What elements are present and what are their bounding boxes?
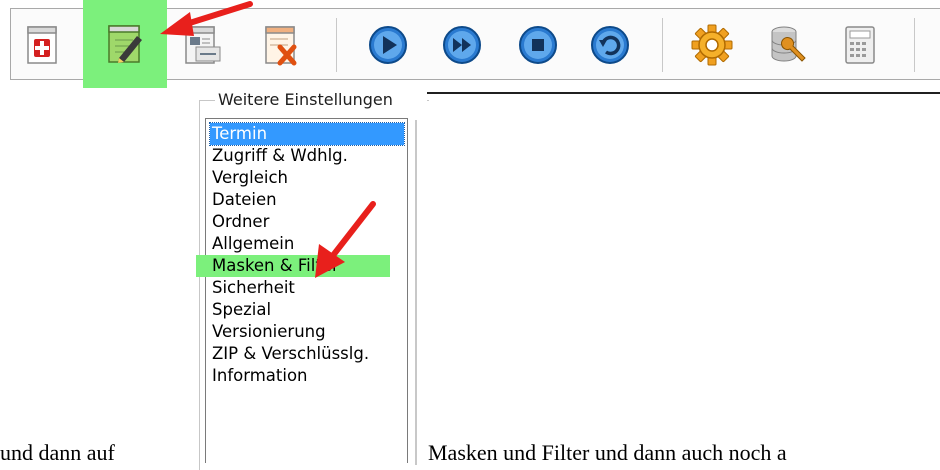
- list-item-ordner[interactable]: Ordner: [210, 211, 269, 233]
- restore-icon: [591, 26, 629, 64]
- database-button[interactable]: [756, 13, 820, 77]
- list-item-versionierung[interactable]: Versionierung: [210, 321, 326, 343]
- calculator-icon: [845, 26, 875, 64]
- panel-divider: [415, 120, 417, 465]
- list-item-zip[interactable]: ZIP & Verschlüsslg.: [210, 343, 369, 365]
- list-item-sicherheit[interactable]: Sicherheit: [210, 277, 295, 299]
- fast-forward-button[interactable]: [430, 13, 494, 77]
- run-button[interactable]: [356, 13, 420, 77]
- list-item-termin[interactable]: Termin: [209, 122, 405, 146]
- group-legend: Weitere Einstellungen: [215, 90, 427, 112]
- toolbar-separator: [336, 18, 337, 72]
- gear-icon: [691, 24, 733, 66]
- delete-job-icon: [265, 26, 297, 66]
- pointer-arrow-icon: [315, 201, 376, 278]
- database-tool-icon: [771, 26, 806, 62]
- caption-text-before: und dann auf: [0, 440, 115, 465]
- restore-button[interactable]: [578, 13, 642, 77]
- list-item-dateien[interactable]: Dateien: [210, 189, 277, 211]
- list-item-spezial[interactable]: Spezial: [210, 299, 271, 321]
- calculator-button[interactable]: [828, 13, 892, 77]
- toolbar: [0, 0, 940, 90]
- pointer-arrow-icon: [160, 1, 253, 36]
- settings-category-list[interactable]: Termin Zugriff & Wdhlg. Vergleich Dateie…: [196, 118, 408, 463]
- add-job-icon: [27, 26, 57, 64]
- stop-button[interactable]: [506, 13, 570, 77]
- toolbar-separator: [662, 18, 663, 72]
- toolbar-separator: [914, 18, 915, 72]
- settings-button[interactable]: [680, 13, 744, 77]
- list-item-zugriff[interactable]: Zugriff & Wdhlg.: [210, 145, 348, 167]
- edit-job-icon: [108, 25, 142, 63]
- fast-forward-icon: [443, 26, 481, 64]
- list-item-information[interactable]: Information: [210, 365, 308, 387]
- caption-text-after: Masken und Filter und dann auch noch a: [428, 440, 787, 465]
- add-job-button[interactable]: [10, 13, 74, 77]
- list-item-vergleich[interactable]: Vergleich: [210, 167, 288, 189]
- stop-icon: [519, 26, 557, 64]
- play-icon: [369, 26, 407, 64]
- list-item-allgemein[interactable]: Allgemein: [210, 233, 294, 255]
